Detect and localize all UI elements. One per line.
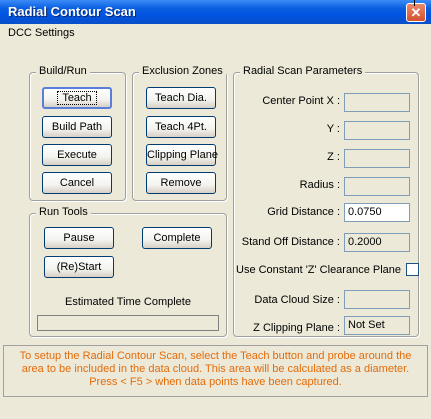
- teach-dia-button[interactable]: Teach Dia.: [146, 87, 216, 109]
- grid-distance-label: Grid Distance :: [267, 206, 340, 218]
- radius-field: [344, 177, 410, 196]
- stand-off-distance-label: Stand Off Distance :: [241, 236, 340, 248]
- constant-z-checkbox[interactable]: [406, 263, 419, 276]
- menu-dcc-settings-label: DCC Settings: [8, 27, 75, 39]
- teach-button-label: Teach: [57, 91, 97, 105]
- constant-z-label: Use Constant 'Z' Clearance Plane: [236, 264, 402, 276]
- estimated-time-label: Estimated Time Complete: [65, 296, 191, 308]
- complete-button[interactable]: Complete: [142, 227, 212, 249]
- close-icon: ✕: [410, 5, 422, 20]
- exclusion-zones-legend: Exclusion Zones: [139, 65, 226, 77]
- y-field: [344, 121, 410, 140]
- y-label: Y :: [326, 123, 340, 135]
- menu-dcc-settings[interactable]: DCC Settings: [8, 27, 75, 39]
- close-button[interactable]: ✕: [406, 3, 426, 22]
- grid-distance-input[interactable]: 0.0750: [344, 203, 410, 222]
- z-clipping-plane-field: Not Set: [344, 316, 410, 335]
- data-cloud-size-field: [344, 290, 410, 309]
- center-point-x-field: [344, 93, 410, 112]
- radius-label: Radius :: [299, 179, 340, 191]
- dialog-window: Radial Contour Scan ✕ DCC Settings Build…: [0, 0, 431, 419]
- execute-button[interactable]: Execute: [42, 144, 112, 166]
- radial-scan-parameters-legend: Radial Scan Parameters: [240, 65, 366, 77]
- build-path-button[interactable]: Build Path: [42, 116, 112, 138]
- status-message: To setup the Radial Contour Scan, select…: [3, 345, 428, 397]
- run-tools-legend: Run Tools: [36, 206, 91, 218]
- teach-button[interactable]: Teach: [42, 87, 112, 109]
- z-field: [344, 149, 410, 168]
- cancel-button[interactable]: Cancel: [42, 172, 112, 194]
- build-run-legend: Build/Run: [36, 65, 90, 77]
- remove-button[interactable]: Remove: [146, 172, 216, 194]
- data-cloud-size-label: Data Cloud Size :: [254, 294, 340, 306]
- stand-off-distance-field: 0.2000: [344, 233, 410, 252]
- center-point-x-label: Center Point X :: [262, 95, 340, 107]
- teach-4pt-button[interactable]: Teach 4Pt.: [146, 116, 216, 138]
- z-label: Z :: [327, 151, 340, 163]
- mouse-cursor: [414, 0, 415, 6]
- z-clipping-plane-label: Z Clipping Plane :: [253, 322, 340, 334]
- estimated-time-progress: [37, 315, 219, 331]
- window-title: Radial Contour Scan: [8, 4, 136, 19]
- pause-button[interactable]: Pause: [44, 227, 114, 249]
- restart-button[interactable]: (Re)Start: [44, 256, 114, 278]
- clipping-plane-button[interactable]: Clipping Plane: [146, 144, 218, 166]
